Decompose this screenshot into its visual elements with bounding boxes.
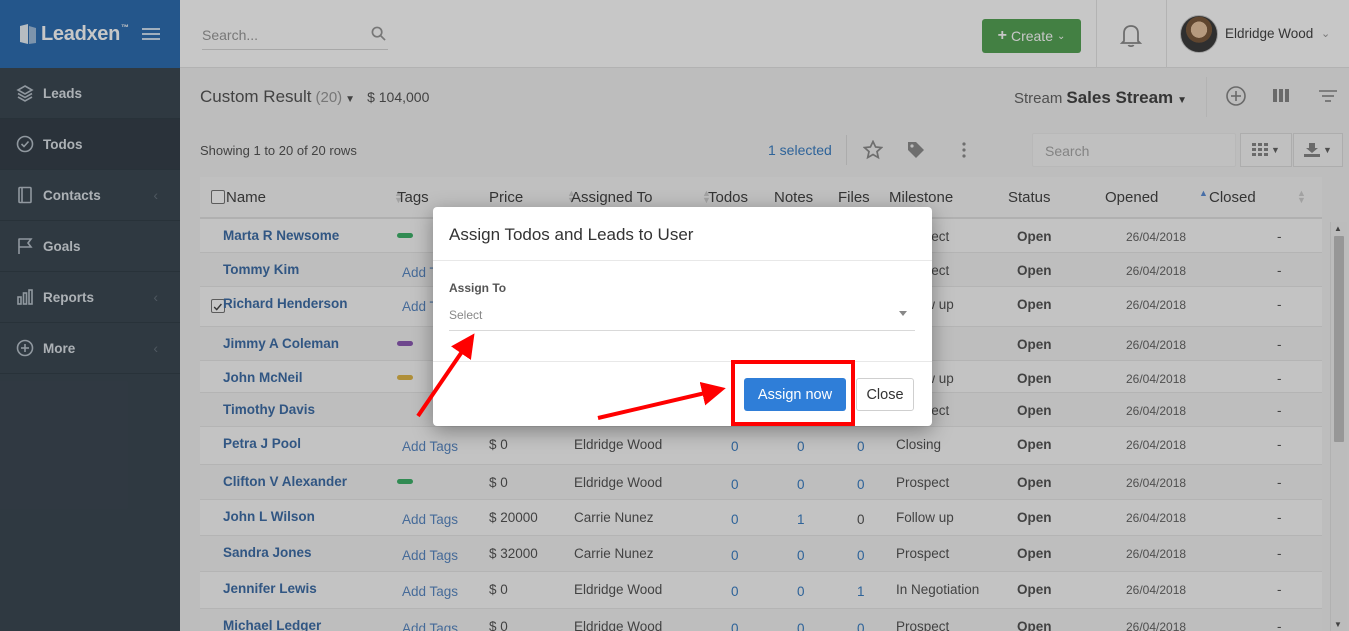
assign-to-select[interactable]: Select [449, 303, 915, 331]
modal-title: Assign Todos and Leads to User [433, 207, 932, 261]
annotation-highlight-box [731, 360, 855, 426]
close-button[interactable]: Close [856, 378, 914, 411]
assign-to-select-placeholder: Select [449, 308, 483, 322]
modal-footer: Assign now Close [433, 361, 932, 426]
assign-modal: Assign Todos and Leads to User Assign To… [433, 207, 932, 426]
caret-down-icon [899, 311, 907, 316]
assign-to-label: Assign To [449, 281, 507, 295]
